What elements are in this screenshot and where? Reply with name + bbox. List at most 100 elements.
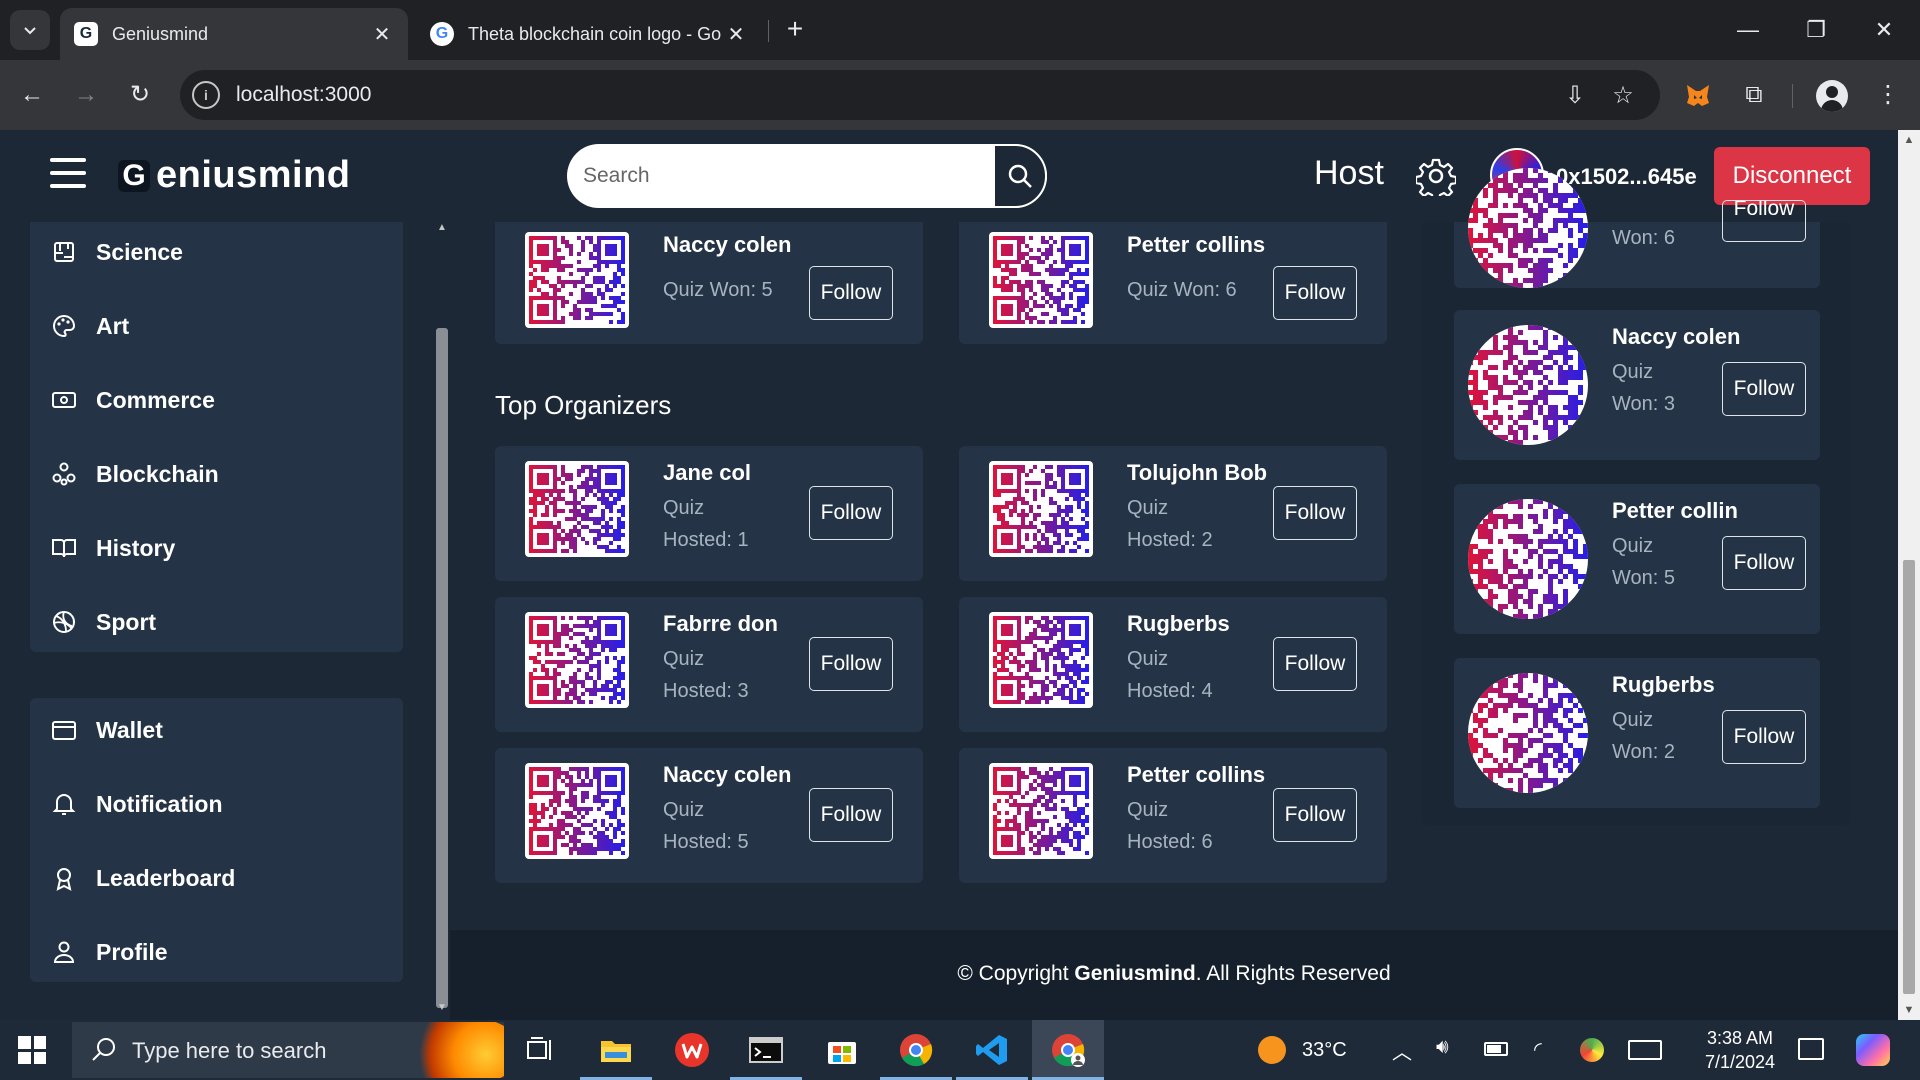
scroll-down-arrow-icon[interactable]: ▼	[1898, 1004, 1920, 1016]
reload-icon[interactable]: ↻	[122, 77, 158, 113]
disconnect-button[interactable]: Disconnect	[1714, 147, 1870, 205]
follow-button[interactable]: Follow	[809, 788, 893, 842]
chrome-profile-icon[interactable]	[1032, 1020, 1104, 1080]
browser-tab-google[interactable]: G Theta blockchain coin logo - Go ✕	[416, 8, 762, 60]
windows-start-icon[interactable]	[14, 1032, 50, 1068]
wallet-address[interactable]: 0x1502...645e	[1556, 164, 1697, 190]
task-view-icon[interactable]	[504, 1020, 576, 1080]
weather-sun-icon[interactable]	[1258, 1036, 1286, 1064]
leaderboard-card: Petter collin Quiz Won: 5 Follow	[1454, 484, 1820, 634]
host-link[interactable]: Host	[1314, 154, 1384, 193]
search-icon	[1008, 164, 1032, 188]
follow-button[interactable]: Follow	[809, 637, 893, 691]
browser-menu-icon[interactable]: ⋮	[1870, 77, 1906, 113]
close-window-icon[interactable]: ✕	[1864, 12, 1904, 48]
user-stat: Quiz Won: 6	[1127, 279, 1237, 301]
tab-close-icon[interactable]: ✕	[370, 22, 394, 47]
scroll-up-arrow-icon[interactable]: ▲	[436, 222, 448, 233]
install-app-icon[interactable]: ⇩	[1560, 81, 1590, 111]
page-scrollbar[interactable]: ▲ ▼	[1898, 130, 1920, 1020]
scroll-up-arrow-icon[interactable]: ▲	[1898, 134, 1920, 146]
copilot-icon[interactable]	[1856, 1034, 1890, 1066]
search-input[interactable]	[583, 144, 983, 208]
money-icon	[50, 386, 78, 414]
follow-button[interactable]: Follow	[1722, 362, 1806, 416]
page-scroll-thumb[interactable]	[1903, 560, 1915, 994]
user-stat-value: Won: 2	[1612, 741, 1675, 763]
sidebar-item-leaderboard[interactable]: Leaderboard	[50, 858, 235, 898]
user-name: Naccy colen	[1612, 324, 1741, 349]
minimize-icon[interactable]: —	[1728, 12, 1768, 48]
chrome-icon[interactable]	[880, 1020, 952, 1080]
sidebar-item-art[interactable]: Art	[50, 306, 129, 346]
keyboard-icon[interactable]	[1628, 1040, 1662, 1060]
gear-icon[interactable]	[1416, 156, 1456, 196]
notification-center-icon[interactable]	[1798, 1038, 1824, 1060]
sidebar-scrollbar[interactable]: ▲ ▼	[436, 222, 448, 1014]
user-name: Petter collins	[1127, 232, 1266, 257]
user-stat-value: Won: 6	[1612, 227, 1675, 249]
weather-temperature[interactable]: 33°C	[1302, 1039, 1347, 1062]
follow-button[interactable]: Follow	[1722, 710, 1806, 764]
back-icon[interactable]: ←	[14, 77, 50, 113]
wifi-icon[interactable]: ◜	[1534, 1037, 1542, 1062]
browser-tab-geniusmind[interactable]: G Geniusmind ✕	[60, 8, 408, 60]
sidebar-scroll-thumb[interactable]	[436, 328, 448, 1008]
app-tray-icon[interactable]	[1580, 1038, 1604, 1062]
restore-icon[interactable]: ❐	[1796, 12, 1836, 48]
browser-profile-icon[interactable]	[1816, 80, 1848, 112]
user-name: Fabrre don	[663, 611, 778, 636]
user-stat: Quiz Won: 5	[663, 279, 773, 301]
sidebar-item-label: Sport	[96, 608, 157, 635]
tray-overflow-chevron-icon[interactable]: ︿	[1392, 1036, 1412, 1065]
extensions-puzzle-icon[interactable]: ⧉	[1736, 77, 1772, 113]
user-stat-value: Won: 3	[1612, 393, 1675, 415]
follow-button[interactable]: Follow	[809, 266, 893, 320]
user-name: Naccy colen	[663, 762, 792, 787]
terminal-icon[interactable]	[730, 1020, 802, 1080]
sidebar-item-science[interactable]: Science	[50, 232, 183, 272]
clock-time: 3:38 AM	[1706, 1028, 1774, 1048]
sidebar-item-history[interactable]: History	[50, 528, 175, 568]
follow-button[interactable]: Follow	[1273, 486, 1357, 540]
follow-button[interactable]: Follow	[1722, 536, 1806, 590]
taskbar-search[interactable]: Type here to search	[72, 1022, 504, 1078]
follow-button[interactable]: Follow	[1722, 200, 1806, 242]
forward-icon[interactable]: →	[68, 77, 104, 113]
sidebar-item-commerce[interactable]: Commerce	[50, 380, 215, 420]
battery-icon[interactable]	[1484, 1042, 1508, 1056]
volume-icon[interactable]: 🔊︎	[1436, 1036, 1449, 1059]
sidebar-item-label: Blockchain	[96, 460, 219, 487]
browser-toolbar: ← → ↻ i localhost:3000 ⇩ ☆ ⧉ ⋮	[0, 60, 1920, 130]
follow-button[interactable]: Follow	[1273, 637, 1357, 691]
vscode-icon[interactable]	[956, 1020, 1028, 1080]
scroll-down-arrow-icon[interactable]: ▼	[436, 1002, 448, 1013]
sidebar-item-notification[interactable]: Notification	[50, 784, 223, 824]
url-text[interactable]: localhost:3000	[236, 83, 371, 107]
user-qr-avatar	[1468, 499, 1588, 619]
address-bar[interactable]: i localhost:3000 ⇩ ☆	[180, 70, 1660, 120]
sidebar-item-profile[interactable]: Profile	[50, 932, 168, 972]
bookmark-star-icon[interactable]: ☆	[1608, 81, 1638, 111]
microsoft-store-icon[interactable]	[806, 1020, 878, 1080]
tab-close-icon[interactable]: ✕	[724, 22, 748, 47]
sidebar-item-wallet[interactable]: Wallet	[50, 710, 163, 750]
new-tab-icon[interactable]: +	[780, 14, 810, 44]
leaderboard-card: Won: 6 Follow	[1454, 168, 1820, 288]
follow-button[interactable]: Follow	[1273, 266, 1357, 320]
sidebar-item-blockchain[interactable]: Blockchain	[50, 454, 219, 494]
search-button[interactable]	[993, 144, 1047, 208]
metamask-fox-icon[interactable]	[1680, 77, 1716, 113]
follow-button[interactable]: Follow	[809, 486, 893, 540]
taskbar-clock[interactable]: 3:38 AM 7/1/2024	[1690, 1026, 1790, 1074]
user-qr-avatar	[1468, 673, 1588, 793]
site-info-icon[interactable]: i	[192, 81, 220, 109]
hamburger-menu-icon[interactable]	[50, 158, 86, 188]
tab-search-button[interactable]	[10, 10, 50, 50]
wps-office-icon[interactable]	[656, 1020, 728, 1080]
file-explorer-icon[interactable]	[580, 1020, 652, 1080]
user-name: Rugberbs	[1612, 672, 1715, 697]
sidebar-item-sport[interactable]: Sport	[50, 602, 156, 642]
brand[interactable]: G eniusmind	[118, 154, 351, 197]
follow-button[interactable]: Follow	[1273, 788, 1357, 842]
